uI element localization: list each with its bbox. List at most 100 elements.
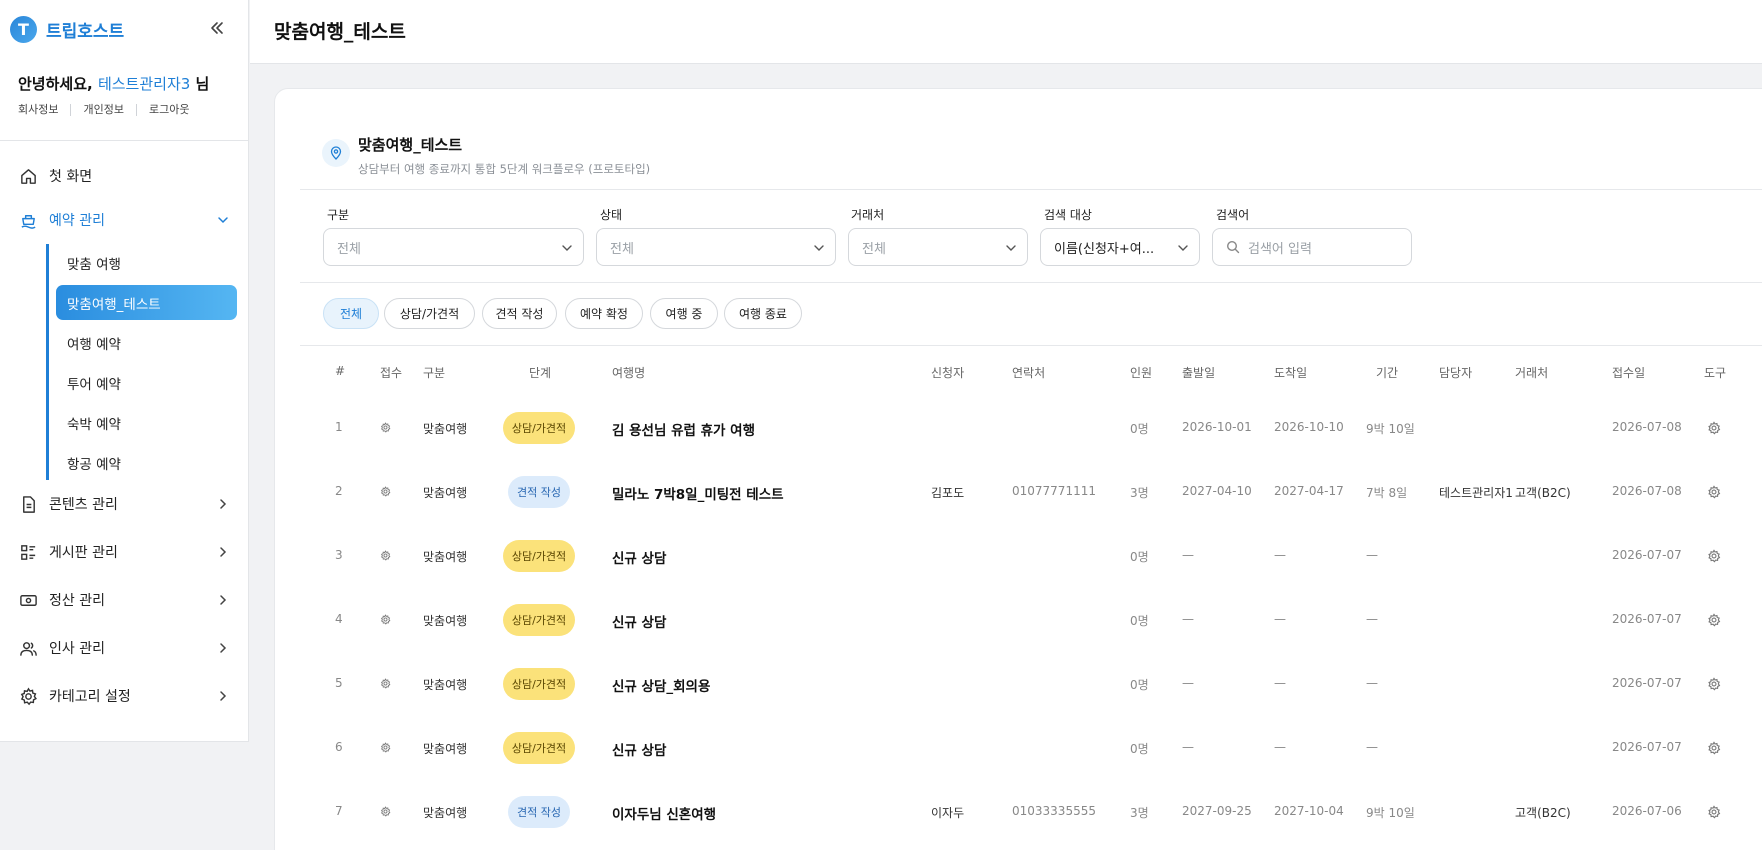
nav-label: 첫 화면 (49, 169, 93, 185)
cell-depart: 2027-09-25 (1182, 804, 1252, 818)
home-icon (18, 166, 38, 186)
search-icon (1226, 240, 1240, 254)
received-gear-icon (380, 550, 391, 561)
brand[interactable]: T 트립호스트 (10, 15, 124, 43)
cell-period: — (1366, 548, 1378, 562)
chip-finished[interactable]: 여행 종료 (724, 298, 802, 329)
nav-category[interactable]: 카테고리 설정 (18, 683, 230, 709)
subnav-trip-booking[interactable]: 여행 예약 (56, 325, 237, 360)
cell-depart: — (1182, 740, 1194, 754)
row-settings-gear-icon[interactable] (1707, 677, 1721, 691)
filter-partner-select[interactable]: 전체 (848, 228, 1028, 266)
divider (300, 345, 1762, 346)
cell-trip-name[interactable]: 밀라노 7박8일_미팅전 테스트 (612, 483, 784, 503)
cell-partner: 고객(B2C) (1515, 486, 1571, 500)
cell-type: 맞춤여행 (423, 486, 468, 500)
card-header: 맞춤여행_테스트 상담부터 여행 종료까지 통합 5단계 워크플로우 (프로토타… (322, 134, 650, 177)
cell-trip-name[interactable]: 신규 상담_회의용 (612, 675, 710, 695)
cell-type: 맞춤여행 (423, 550, 468, 564)
company-info-link[interactable]: 회사정보 (18, 104, 70, 116)
col-header-period: 기간 (1376, 366, 1399, 380)
row-settings-gear-icon[interactable] (1707, 741, 1721, 755)
collapse-sidebar-button[interactable] (206, 17, 228, 39)
nav-hr[interactable]: 인사 관리 (18, 635, 230, 661)
cell-received: 2026-07-07 (1612, 740, 1682, 754)
subnav-custom-trip-test[interactable]: 맞춤여행_테스트 (56, 285, 237, 320)
col-header-applicant: 신청자 (931, 366, 965, 380)
filter-keyword-label: 검색어 (1216, 208, 1250, 222)
cell-type: 맞춤여행 (423, 806, 468, 820)
col-header-received: 접수일 (1612, 366, 1646, 380)
cell-no: 3 (335, 548, 343, 562)
filter-target-select[interactable]: 이름(신청자+여... (1040, 228, 1200, 266)
row-settings-gear-icon[interactable] (1707, 613, 1721, 627)
subnav-tour-booking[interactable]: 투어 예약 (56, 365, 237, 400)
filter-category-value: 전체 (337, 241, 361, 257)
brand-logo: T (10, 15, 37, 43)
row-settings-gear-icon[interactable] (1707, 421, 1721, 435)
cell-phone: 01033335555 (1012, 804, 1096, 818)
cell-partner: 고객(B2C) (1515, 806, 1571, 820)
subnav-custom-trip[interactable]: 맞춤 여행 (56, 245, 237, 280)
nav-label: 인사 관리 (49, 641, 105, 657)
stage-badge: 상담/가견적 (503, 732, 575, 764)
nav-content[interactable]: 콘텐츠 관리 (18, 491, 230, 517)
cell-received: 2026-07-07 (1612, 676, 1682, 690)
stage-badge: 상담/가견적 (503, 540, 575, 572)
cell-trip-name[interactable]: 신규 상담 (612, 547, 666, 567)
chevron-down-icon (814, 245, 824, 251)
filter-status-select[interactable]: 전체 (596, 228, 836, 266)
cell-no: 4 (335, 612, 343, 626)
search-input[interactable]: 검색어 입력 (1212, 228, 1412, 266)
cell-period: 7박 8일 (1366, 486, 1408, 500)
cell-trip-name[interactable]: 신규 상담 (612, 611, 666, 631)
chip-quote[interactable]: 견적 작성 (482, 298, 557, 329)
cell-trip-name[interactable]: 신규 상담 (612, 739, 666, 759)
chevron-down-icon (1006, 245, 1016, 251)
row-settings-gear-icon[interactable] (1707, 805, 1721, 819)
chip-confirmed[interactable]: 예약 확정 (565, 298, 643, 329)
nav-board[interactable]: 게시판 관리 (18, 539, 230, 565)
page-title: 맞춤여행_테스트 (274, 21, 406, 43)
cell-trip-name[interactable]: 이자두님 신혼여행 (612, 803, 716, 823)
cell-people: 0명 (1130, 614, 1149, 628)
greeting-prefix: 안녕하세요, (18, 75, 93, 93)
gear-icon (18, 686, 38, 706)
nav-label: 예약 관리 (49, 213, 105, 229)
cell-depart: — (1182, 676, 1194, 690)
chip-all[interactable]: 전체 (323, 298, 379, 329)
nav-label: 정산 관리 (49, 593, 105, 609)
cell-received: 2026-07-07 (1612, 548, 1682, 562)
nav-booking[interactable]: 예약 관리 (18, 207, 230, 233)
col-header-people: 인원 (1130, 366, 1153, 380)
cell-no: 7 (335, 804, 343, 818)
greeting: 안녕하세요, 테스트관리자3 님 (18, 73, 209, 94)
received-gear-icon (380, 806, 391, 817)
chevron-right-icon (216, 689, 230, 703)
chevron-right-icon (216, 593, 230, 607)
chevron-down-icon (562, 245, 572, 251)
cell-no: 1 (335, 420, 343, 434)
location-pin-icon (322, 139, 350, 167)
nav-home[interactable]: 첫 화면 (18, 163, 230, 189)
col-header-type: 구분 (423, 366, 446, 380)
cell-period: — (1366, 740, 1378, 754)
nav-settlement[interactable]: 정산 관리 (18, 587, 230, 613)
topbar: 맞춤여행_테스트 (250, 0, 1762, 64)
stage-badge: 상담/가견적 (503, 668, 575, 700)
received-gear-icon (380, 614, 391, 625)
personal-info-link[interactable]: 개인정보 (70, 104, 135, 116)
cell-arrive: — (1274, 612, 1286, 626)
cell-period: 9박 10일 (1366, 806, 1415, 820)
filter-partner-value: 전체 (862, 241, 886, 257)
row-settings-gear-icon[interactable] (1707, 549, 1721, 563)
cell-depart: — (1182, 612, 1194, 626)
subnav-lodging-booking[interactable]: 숙박 예약 (56, 405, 237, 440)
cell-trip-name[interactable]: 김 용선님 유럽 휴가 여행 (612, 419, 755, 439)
logout-link[interactable]: 로그아웃 (135, 104, 201, 116)
chip-consult[interactable]: 상담/가견적 (384, 298, 475, 329)
row-settings-gear-icon[interactable] (1707, 485, 1721, 499)
filter-category-select[interactable]: 전체 (323, 228, 584, 266)
subnav-flight-booking[interactable]: 항공 예약 (56, 445, 237, 480)
chip-traveling[interactable]: 여행 중 (650, 298, 718, 329)
